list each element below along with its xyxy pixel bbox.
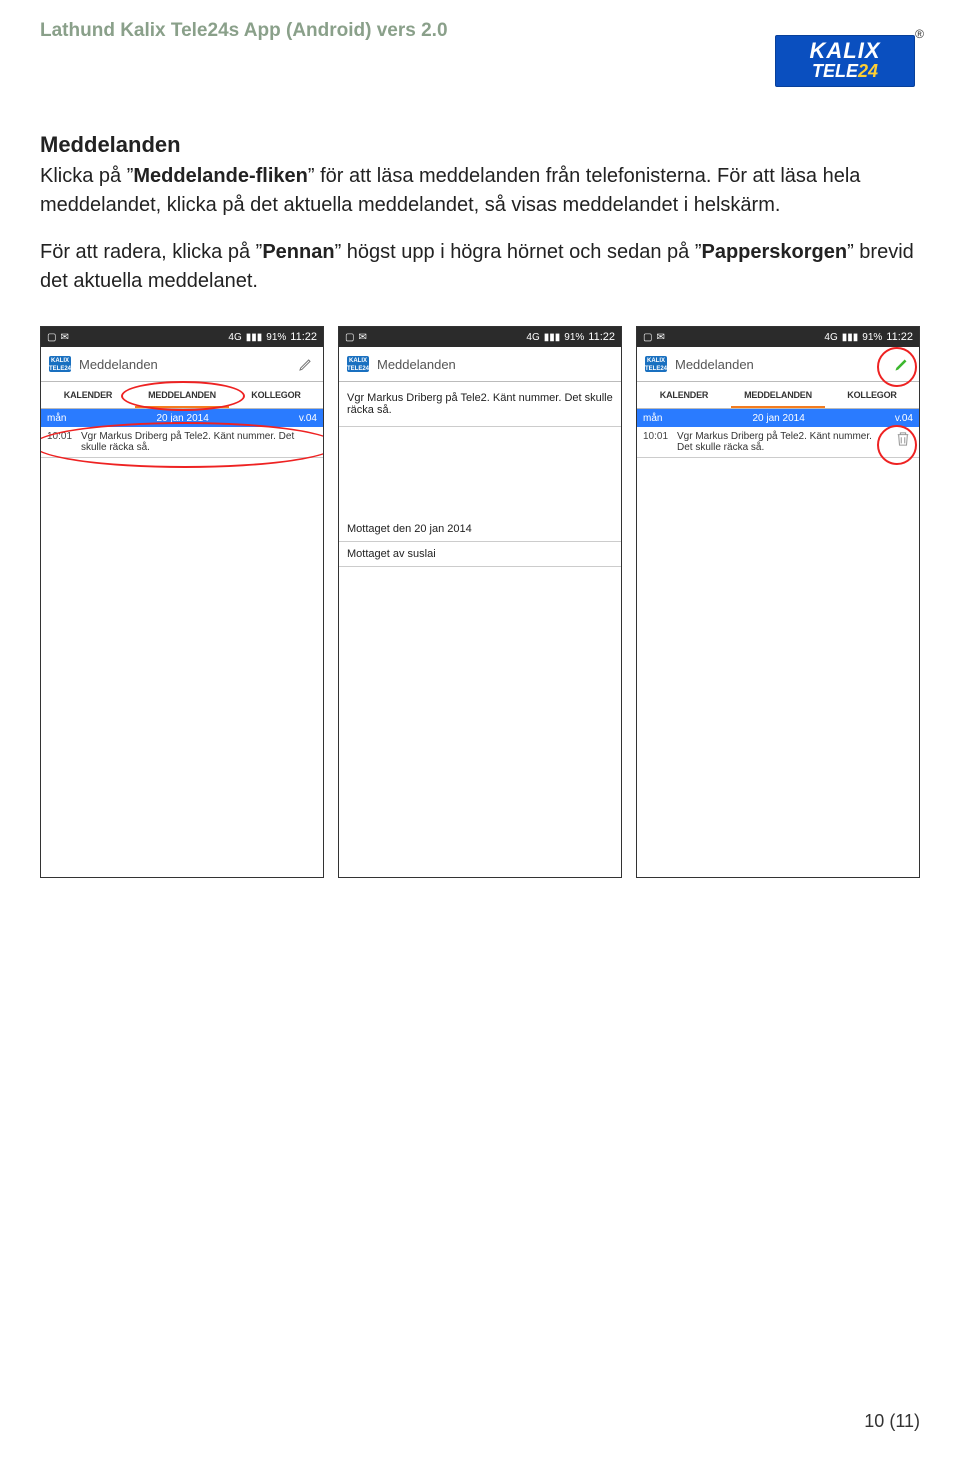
status-bar: ▢ ✉ 4G ▮▮▮ 91% 11:22 — [339, 327, 621, 347]
sms-icon: ✉ — [358, 332, 366, 343]
signal-icon: ▮▮▮ — [544, 332, 561, 343]
battery-icon: 91% — [862, 332, 882, 343]
detail-received-date: Mottaget den 20 jan 2014 — [339, 517, 621, 542]
day-label: mån — [643, 413, 662, 424]
section-title: Meddelanden — [40, 132, 920, 158]
screenshots-row: ▢ ✉ 4G ▮▮▮ 91% 11:22 KALIXTELE24 Meddela… — [40, 326, 920, 878]
screenshot-1: ▢ ✉ 4G ▮▮▮ 91% 11:22 KALIXTELE24 Meddela… — [40, 326, 324, 878]
clock: 11:22 — [588, 331, 615, 343]
tab-kalender[interactable]: KALENDER — [41, 382, 135, 408]
p2-pre: För att radera, klicka på ” — [40, 241, 262, 263]
battery-icon: 91% — [266, 332, 286, 343]
week-label: v.04 — [299, 413, 317, 424]
edit-icon[interactable] — [893, 355, 911, 373]
document-page: Lathund Kalix Tele24s App (Android) vers… — [0, 0, 960, 1457]
gallery-icon: ▢ — [643, 332, 652, 343]
network-icon: 4G — [526, 332, 539, 343]
tab-meddelanden[interactable]: MEDDELANDEN — [135, 382, 229, 408]
paragraph-1: Klicka på ”Meddelande-fliken” för att lä… — [40, 162, 920, 220]
page-number: 10 (11) — [864, 1411, 920, 1432]
sms-icon: ✉ — [60, 332, 68, 343]
message-text: Vgr Markus Driberg på Tele2. Känt nummer… — [81, 431, 317, 453]
p1-bold: Meddelande-fliken — [133, 165, 307, 187]
p2-bold1: Pennan — [262, 241, 334, 263]
tab-kollegor[interactable]: KOLLEGOR — [229, 382, 323, 408]
app-icon: KALIXTELE24 — [645, 356, 667, 372]
status-bar: ▢ ✉ 4G ▮▮▮ 91% 11:22 — [637, 327, 919, 347]
paragraph-2: För att radera, klicka på ”Pennan” högst… — [40, 238, 920, 296]
tab-kollegor[interactable]: KOLLEGOR — [825, 382, 919, 408]
app-title: Meddelanden — [675, 357, 885, 372]
week-label: v.04 — [895, 413, 913, 424]
gallery-icon: ▢ — [345, 332, 354, 343]
date-label: 20 jan 2014 — [753, 413, 805, 424]
app-icon: KALIXTELE24 — [347, 356, 369, 372]
message-row[interactable]: 10:01 Vgr Markus Driberg på Tele2. Känt … — [41, 427, 323, 458]
app-bar: KALIXTELE24 Meddelanden — [339, 347, 621, 382]
detail-message: Vgr Markus Driberg på Tele2. Känt nummer… — [339, 382, 621, 427]
network-icon: 4G — [824, 332, 837, 343]
edit-icon[interactable] — [297, 355, 315, 373]
message-time: 10:01 — [643, 431, 671, 453]
battery-icon: 91% — [564, 332, 584, 343]
app-title: Meddelanden — [377, 357, 613, 372]
date-row: mån 20 jan 2014 v.04 — [637, 409, 919, 427]
p2-mid: ” högst upp i högra hörnet och sedan på … — [335, 241, 702, 263]
p2-bold2: Papperskorgen — [701, 241, 847, 263]
sms-icon: ✉ — [656, 332, 664, 343]
date-label: 20 jan 2014 — [157, 413, 209, 424]
network-icon: 4G — [228, 332, 241, 343]
app-title: Meddelanden — [79, 357, 289, 372]
signal-icon: ▮▮▮ — [842, 332, 859, 343]
message-row[interactable]: 10:01 Vgr Markus Driberg på Tele2. Känt … — [637, 427, 919, 458]
registered-icon: ® — [915, 28, 924, 40]
tab-bar: KALENDER MEDDELANDEN KOLLEGOR — [41, 382, 323, 409]
signal-icon: ▮▮▮ — [246, 332, 263, 343]
logo-line2: TELE24 — [782, 62, 908, 80]
screenshot-2: ▢ ✉ 4G ▮▮▮ 91% 11:22 KALIXTELE24 Meddela… — [338, 326, 622, 878]
app-icon: KALIXTELE24 — [49, 356, 71, 372]
tab-bar: KALENDER MEDDELANDEN KOLLEGOR — [637, 382, 919, 409]
brand-logo: ® KALIX TELE24 — [775, 35, 915, 87]
status-bar: ▢ ✉ 4G ▮▮▮ 91% 11:22 — [41, 327, 323, 347]
app-bar: KALIXTELE24 Meddelanden — [41, 347, 323, 382]
app-bar: KALIXTELE24 Meddelanden — [637, 347, 919, 382]
clock: 11:22 — [886, 331, 913, 343]
message-text: Vgr Markus Driberg på Tele2. Känt nummer… — [677, 431, 887, 453]
p1-pre: Klicka på ” — [40, 165, 133, 187]
day-label: mån — [47, 413, 66, 424]
date-row: mån 20 jan 2014 v.04 — [41, 409, 323, 427]
logo-line1: KALIX — [782, 40, 908, 62]
logo-line2-highlight: 24 — [858, 61, 878, 81]
message-time: 10:01 — [47, 431, 75, 453]
screenshot-3: ▢ ✉ 4G ▮▮▮ 91% 11:22 KALIXTELE24 Meddela… — [636, 326, 920, 878]
detail-received-by: Mottaget av suslai — [339, 542, 621, 567]
trash-icon[interactable] — [893, 431, 913, 453]
logo-line2-prefix: TELE — [812, 61, 858, 81]
clock: 11:22 — [290, 331, 317, 343]
tab-kalender[interactable]: KALENDER — [637, 382, 731, 408]
gallery-icon: ▢ — [47, 332, 56, 343]
tab-meddelanden[interactable]: MEDDELANDEN — [731, 382, 825, 408]
